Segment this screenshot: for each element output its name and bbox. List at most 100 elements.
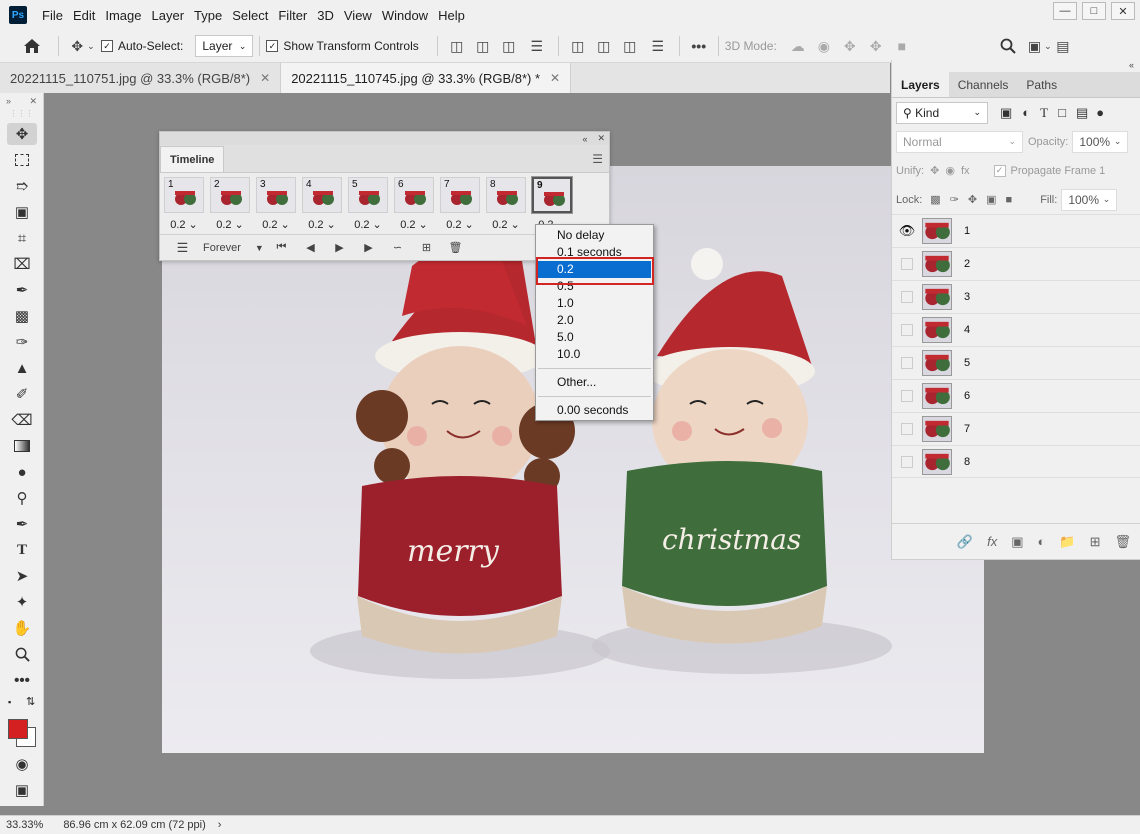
lock-all-icon[interactable]: ■ [1006, 194, 1013, 206]
visibility-toggle[interactable] [892, 324, 922, 336]
lock-transparent-icon[interactable]: ▩ [930, 193, 940, 206]
hand-tool[interactable]: ✋ [0, 615, 44, 641]
animation-frame[interactable]: 8 0.2 ⌄ [486, 177, 526, 234]
screen-mode-button[interactable]: ▣ [0, 777, 44, 803]
dodge-tool[interactable]: ⚲ [0, 485, 44, 511]
frame-delay[interactable]: 0.2 ⌄ [216, 218, 244, 231]
delay-option-10.0[interactable]: 10.0 [536, 346, 653, 363]
layer-row[interactable]: 4 [892, 313, 1140, 346]
filter-shape-icon[interactable]: □ [1058, 105, 1066, 120]
collapse-icon[interactable]: « [1129, 60, 1134, 72]
opacity-field[interactable]: 100% ⌄ [1072, 130, 1129, 153]
minimize-button[interactable]: — [1053, 2, 1077, 20]
lasso-tool[interactable]: ➱ [0, 173, 44, 199]
visibility-toggle[interactable] [892, 390, 922, 402]
visibility-toggle[interactable] [892, 258, 922, 270]
layer-row[interactable]: 3 [892, 280, 1140, 313]
home-icon[interactable] [12, 38, 52, 54]
panel-menu-icon[interactable]: ☰ [592, 152, 603, 166]
tween-icon[interactable]: ∽ [383, 241, 412, 254]
unify-visibility-icon[interactable]: ◉ [945, 164, 955, 177]
move-tool[interactable]: ✥ [0, 121, 44, 147]
tab-layers[interactable]: Layers [892, 72, 949, 97]
foreground-color-swatch[interactable] [8, 719, 28, 739]
layer-style-icon[interactable]: fx [987, 534, 997, 549]
animation-frame[interactable]: 5 0.2 ⌄ [348, 177, 388, 234]
gradient-tool[interactable] [0, 433, 44, 459]
filter-smart-object-icon[interactable]: ▤ [1076, 105, 1088, 121]
add-mask-icon[interactable]: ▣ [1011, 534, 1023, 550]
delay-option-no-delay[interactable]: No delay [536, 227, 653, 244]
close-panel-icon[interactable]: ✕ [597, 133, 605, 144]
adjustment-layer-icon[interactable]: ◐ [1038, 534, 1046, 549]
align-hcenter-icon[interactable]: ◫ [470, 38, 496, 55]
menu-filter[interactable]: Filter [273, 8, 312, 23]
3d-slide-icon[interactable]: ✥ [863, 38, 889, 55]
layer-row[interactable]: 7 [892, 412, 1140, 445]
tab-channels[interactable]: Channels [949, 72, 1018, 97]
visibility-toggle[interactable] [892, 357, 922, 369]
more-tools[interactable]: ••• [0, 667, 44, 693]
layer-row[interactable]: 2 [892, 247, 1140, 280]
align-left-icon[interactable]: ◫ [444, 38, 470, 55]
close-window-button[interactable]: ✕ [1111, 2, 1135, 20]
animation-frame[interactable]: 6 0.2 ⌄ [394, 177, 434, 234]
crop-tool[interactable]: ⌗ [0, 225, 44, 251]
delete-layer-icon[interactable]: 🗑 [1114, 534, 1131, 550]
path-select-tool[interactable]: ➤ [0, 563, 44, 589]
eraser-tool[interactable]: ⌫ [0, 407, 44, 433]
delay-option-0.5[interactable]: 0.5 [536, 278, 653, 295]
frame-delay[interactable]: 0.2 ⌄ [400, 218, 428, 231]
3d-roll-icon[interactable]: ◉ [811, 38, 837, 55]
3d-orbit-icon[interactable]: ☁ [785, 38, 811, 55]
new-group-icon[interactable]: 📁 [1059, 534, 1075, 550]
visibility-toggle[interactable] [892, 423, 922, 435]
layer-row[interactable]: 👁 1 [892, 214, 1140, 247]
menu-help[interactable]: Help [433, 8, 470, 23]
transform-controls-checkbox[interactable]: ✓ [266, 40, 279, 52]
swap-colors-icon[interactable]: ⇅ [26, 695, 35, 708]
quick-mask-button[interactable]: ◉ [0, 751, 44, 777]
align-right-icon[interactable]: ◫ [496, 38, 522, 55]
layer-row[interactable]: 6 [892, 379, 1140, 412]
3d-pan-icon[interactable]: ✥ [837, 38, 863, 55]
stamp-tool[interactable]: ▲ [0, 355, 44, 381]
blend-mode-dropdown[interactable]: Normal ⌄ [896, 130, 1023, 153]
filter-type-icon[interactable]: T [1040, 105, 1048, 121]
type-tool[interactable]: T [0, 537, 44, 563]
duplicate-frame-icon[interactable]: ⊞ [412, 241, 441, 254]
visibility-toggle[interactable]: 👁 [892, 223, 922, 239]
default-colors-icon[interactable]: ▪ [8, 697, 11, 707]
zoom-level[interactable]: 33.33% [6, 819, 43, 831]
status-menu-icon[interactable]: › [218, 819, 222, 831]
lock-pixels-icon[interactable]: ✑ [950, 193, 959, 206]
close-tab-icon[interactable]: ✕ [260, 71, 270, 85]
menu-window[interactable]: Window [377, 8, 433, 23]
menu-edit[interactable]: Edit [68, 8, 100, 23]
delay-option-2.0[interactable]: 2.0 [536, 312, 653, 329]
animation-frame[interactable]: 3 0.2 ⌄ [256, 177, 296, 234]
healing-tool[interactable]: ▩ [0, 303, 44, 329]
delay-option-0.2[interactable]: 0.2 [538, 261, 651, 278]
auto-select-dropdown[interactable]: Layer ⌄ [195, 35, 254, 57]
align-top-icon[interactable]: ◫ [565, 38, 591, 55]
menu-image[interactable]: Image [100, 8, 146, 23]
animation-frame[interactable]: 1 0.2 ⌄ [164, 177, 204, 234]
frame-delay[interactable]: 0.2 ⌄ [446, 218, 474, 231]
3d-scale-icon[interactable]: ■ [889, 38, 915, 54]
frame-delay[interactable]: 0.2 ⌄ [170, 218, 198, 231]
visibility-toggle[interactable] [892, 291, 922, 303]
frame-delay[interactable]: 0.2 ⌄ [308, 218, 336, 231]
timeline-tab[interactable]: Timeline [160, 146, 225, 172]
link-layers-icon[interactable]: 🔗 [957, 534, 973, 550]
play-icon[interactable]: ▶ [325, 241, 354, 254]
kind-filter-dropdown[interactable]: ⚲ Kind ⌄ [896, 101, 988, 124]
eyedropper-tool[interactable]: ✒ [0, 277, 44, 303]
animation-frame[interactable]: 4 0.2 ⌄ [302, 177, 342, 234]
menu-select[interactable]: Select [227, 8, 273, 23]
menu-type[interactable]: Type [189, 8, 227, 23]
delay-option-5.0[interactable]: 5.0 [536, 329, 653, 346]
frame-tool[interactable]: ⌧ [0, 251, 44, 277]
align-vcenter-icon[interactable]: ◫ [591, 38, 617, 55]
document-tab-1[interactable]: 20221115_110751.jpg @ 33.3% (RGB/8*) ✕ [0, 63, 282, 93]
